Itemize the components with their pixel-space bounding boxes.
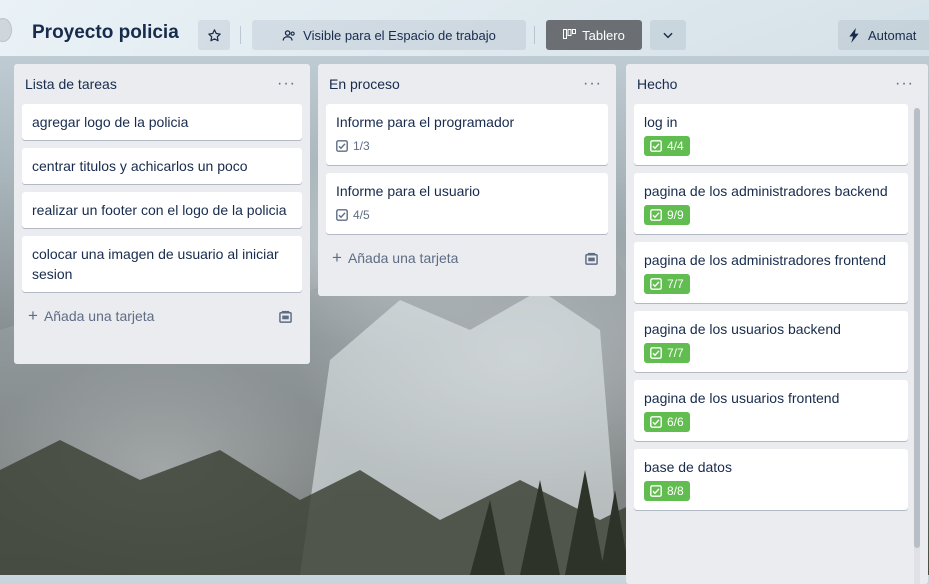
plus-icon: + [332, 248, 342, 267]
card[interactable]: pagina de los usuarios frontend 6/6 [634, 380, 908, 441]
checklist-badge: 8/8 [644, 481, 690, 501]
star-icon [207, 28, 222, 43]
board-view-label: Tablero [582, 27, 625, 43]
card-title: Informe para el programador [336, 114, 515, 130]
board-header: Proyecto policia Visible para el Espacio… [0, 0, 929, 56]
checkbox-icon [650, 278, 662, 290]
automation-button[interactable]: Automat [838, 20, 929, 50]
card-title: log in [644, 114, 678, 130]
header-divider [534, 26, 535, 44]
ellipsis-icon[interactable]: ··· [895, 75, 914, 93]
card[interactable]: pagina de los usuarios backend 7/7 [634, 311, 908, 372]
plus-icon: + [28, 306, 38, 325]
list-header: En proceso ··· [318, 64, 616, 104]
list-title[interactable]: En proceso [329, 76, 400, 92]
list-title[interactable]: Lista de tareas [25, 76, 117, 92]
add-card-button[interactable]: + Añada una tarjeta [28, 306, 154, 326]
checklist-badge: 4/4 [644, 136, 690, 156]
lightning-icon [848, 27, 860, 43]
header-divider [240, 26, 241, 44]
card-title: Informe para el usuario [336, 183, 480, 199]
checklist-count: 4/4 [667, 139, 684, 153]
chevron-down-icon [661, 28, 675, 42]
list-title[interactable]: Hecho [637, 76, 677, 92]
checkbox-icon [650, 140, 662, 152]
list-en-proceso: En proceso ··· Informe para el programad… [318, 64, 616, 296]
card[interactable]: pagina de los administradores frontend 7… [634, 242, 908, 303]
card-title: pagina de los administradores frontend [644, 252, 887, 268]
checkbox-icon [336, 140, 348, 152]
visibility-button[interactable]: Visible para el Espacio de trabajo [252, 20, 526, 50]
sidebar-toggle[interactable] [0, 18, 12, 42]
card-template-icon[interactable] [585, 252, 598, 265]
card[interactable]: realizar un footer con el logo de la pol… [22, 192, 302, 228]
add-card-button[interactable]: + Añada una tarjeta [332, 248, 458, 268]
checklist-badge: 9/9 [644, 205, 690, 225]
card[interactable]: Informe para el programador 1/3 [326, 104, 608, 165]
people-icon [282, 28, 297, 43]
checkbox-icon [650, 416, 662, 428]
checkbox-icon [650, 485, 662, 497]
card-title: agregar logo de la policia [32, 114, 189, 130]
checkbox-icon [650, 209, 662, 221]
card-title: colocar una imagen de usuario al iniciar… [32, 246, 279, 282]
checkbox-icon [650, 347, 662, 359]
checklist-badge: 7/7 [644, 274, 690, 294]
card[interactable]: colocar una imagen de usuario al iniciar… [22, 236, 302, 292]
card-title: centrar titulos y achicarlos un poco [32, 158, 248, 174]
board-view-button[interactable]: Tablero [546, 20, 642, 50]
card-template-icon[interactable] [279, 310, 292, 323]
ellipsis-icon[interactable]: ··· [277, 75, 296, 93]
checklist-count: 7/7 [667, 346, 684, 360]
add-card-row: + Añada una tarjeta [14, 300, 310, 332]
list-lista-de-tareas: Lista de tareas ··· agregar logo de la p… [14, 64, 310, 364]
card[interactable]: Informe para el usuario 4/5 [326, 173, 608, 234]
add-card-label: Añada una tarjeta [43, 308, 155, 324]
card[interactable]: pagina de los administradores backend 9/… [634, 173, 908, 234]
view-dropdown-button[interactable] [650, 20, 686, 50]
card[interactable]: log in 4/4 [634, 104, 908, 165]
list-header: Lista de tareas ··· [14, 64, 310, 104]
checklist-badge: 6/6 [644, 412, 690, 432]
card[interactable]: centrar titulos y achicarlos un poco [22, 148, 302, 184]
card[interactable]: agregar logo de la policia [22, 104, 302, 140]
ellipsis-icon[interactable]: ··· [583, 75, 602, 93]
board-title[interactable]: Proyecto policia [32, 22, 179, 44]
checklist-badge: 4/5 [336, 205, 370, 225]
add-card-row: + Añada una tarjeta [318, 242, 616, 274]
checklist-count: 7/7 [667, 277, 684, 291]
scrollbar-thumb[interactable] [914, 108, 920, 548]
checklist-badge: 1/3 [336, 136, 370, 156]
checklist-badge: 7/7 [644, 343, 690, 363]
card-title: pagina de los administradores backend [644, 183, 888, 199]
card-title: realizar un footer con el logo de la pol… [32, 202, 287, 218]
list-hecho: Hecho ··· log in 4/4 pagina de los admin… [626, 64, 928, 584]
checkbox-icon [336, 209, 348, 221]
checklist-count: 4/5 [353, 208, 370, 222]
checklist-count: 6/6 [667, 415, 684, 429]
list-scrollbar[interactable] [914, 108, 920, 584]
board-icon [563, 29, 577, 41]
star-button[interactable] [198, 20, 230, 50]
add-card-label: Añada una tarjeta [347, 250, 459, 266]
list-header: Hecho ··· [626, 64, 928, 104]
checklist-count: 9/9 [667, 208, 684, 222]
card-title: pagina de los usuarios frontend [644, 390, 840, 406]
card-title: pagina de los usuarios backend [644, 321, 841, 337]
checklist-count: 1/3 [353, 139, 370, 153]
visibility-label: Visible para el Espacio de trabajo [303, 27, 496, 43]
card[interactable]: base de datos 8/8 [634, 449, 908, 510]
checklist-count: 8/8 [667, 484, 684, 498]
card-title: base de datos [644, 459, 732, 475]
automation-label: Automat [868, 27, 917, 43]
